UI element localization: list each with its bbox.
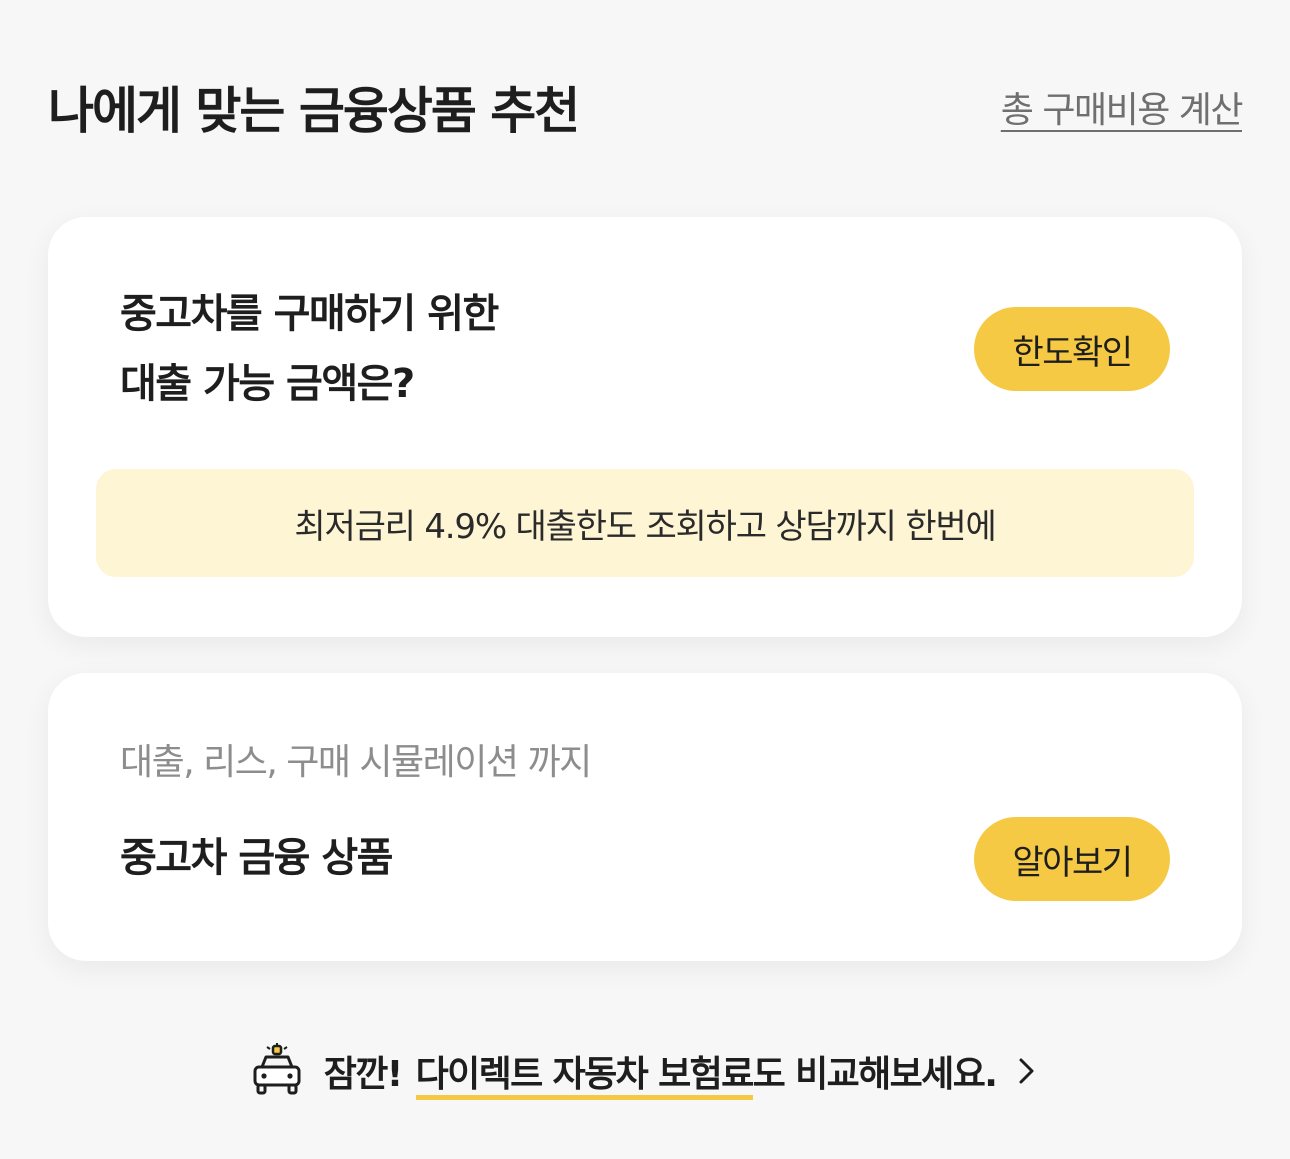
loan-limit-card: 중고차를 구매하기 위한 대출 가능 금액은? 한도확인 최저금리 4.9% 대… — [48, 217, 1242, 637]
notice-suffix: 도 비교해보세요. — [752, 1054, 998, 1095]
learn-more-button[interactable]: 알아보기 — [974, 817, 1170, 901]
finance-recommendation-page: 나에게 맞는 금융상품 추천 총 구매비용 계산 중고차를 구매하기 위한 대출… — [0, 0, 1290, 1159]
notice-prefix: 잠깐! — [323, 1054, 403, 1095]
notice-text: 잠깐! 다이렉트 자동차 보험료도 비교해보세요. — [323, 1045, 998, 1101]
loan-question: 중고차를 구매하기 위한 대출 가능 금액은? — [120, 279, 499, 419]
products-title: 중고차 금융 상품 — [120, 835, 393, 881]
products-subtitle: 대출, 리스, 구매 시뮬레이션 까지 — [120, 742, 592, 783]
loan-question-line1: 중고차를 구매하기 위한 — [120, 291, 499, 337]
notice-highlight: 다이렉트 자동차 보험료 — [415, 1054, 754, 1101]
promo-banner: 최저금리 4.9% 대출한도 조회하고 상담까지 한번에 — [96, 469, 1194, 577]
insurance-compare-notice[interactable]: 잠깐! 다이렉트 자동차 보험료도 비교해보세요. — [0, 1036, 1290, 1106]
check-limit-button[interactable]: 한도확인 — [974, 307, 1170, 391]
total-cost-calc-link[interactable]: 총 구매비용 계산 — [1001, 81, 1244, 133]
page-title: 나에게 맞는 금융상품 추천 — [48, 82, 580, 140]
section-header: 나에게 맞는 금융상품 추천 총 구매비용 계산 — [48, 62, 1244, 152]
finance-products-card: 대출, 리스, 구매 시뮬레이션 까지 중고차 금융 상품 알아보기 — [48, 673, 1242, 961]
chevron-right-icon — [1019, 1058, 1034, 1084]
car-siren-icon — [253, 1043, 301, 1095]
loan-question-line2: 대출 가능 금액은? — [120, 361, 415, 407]
